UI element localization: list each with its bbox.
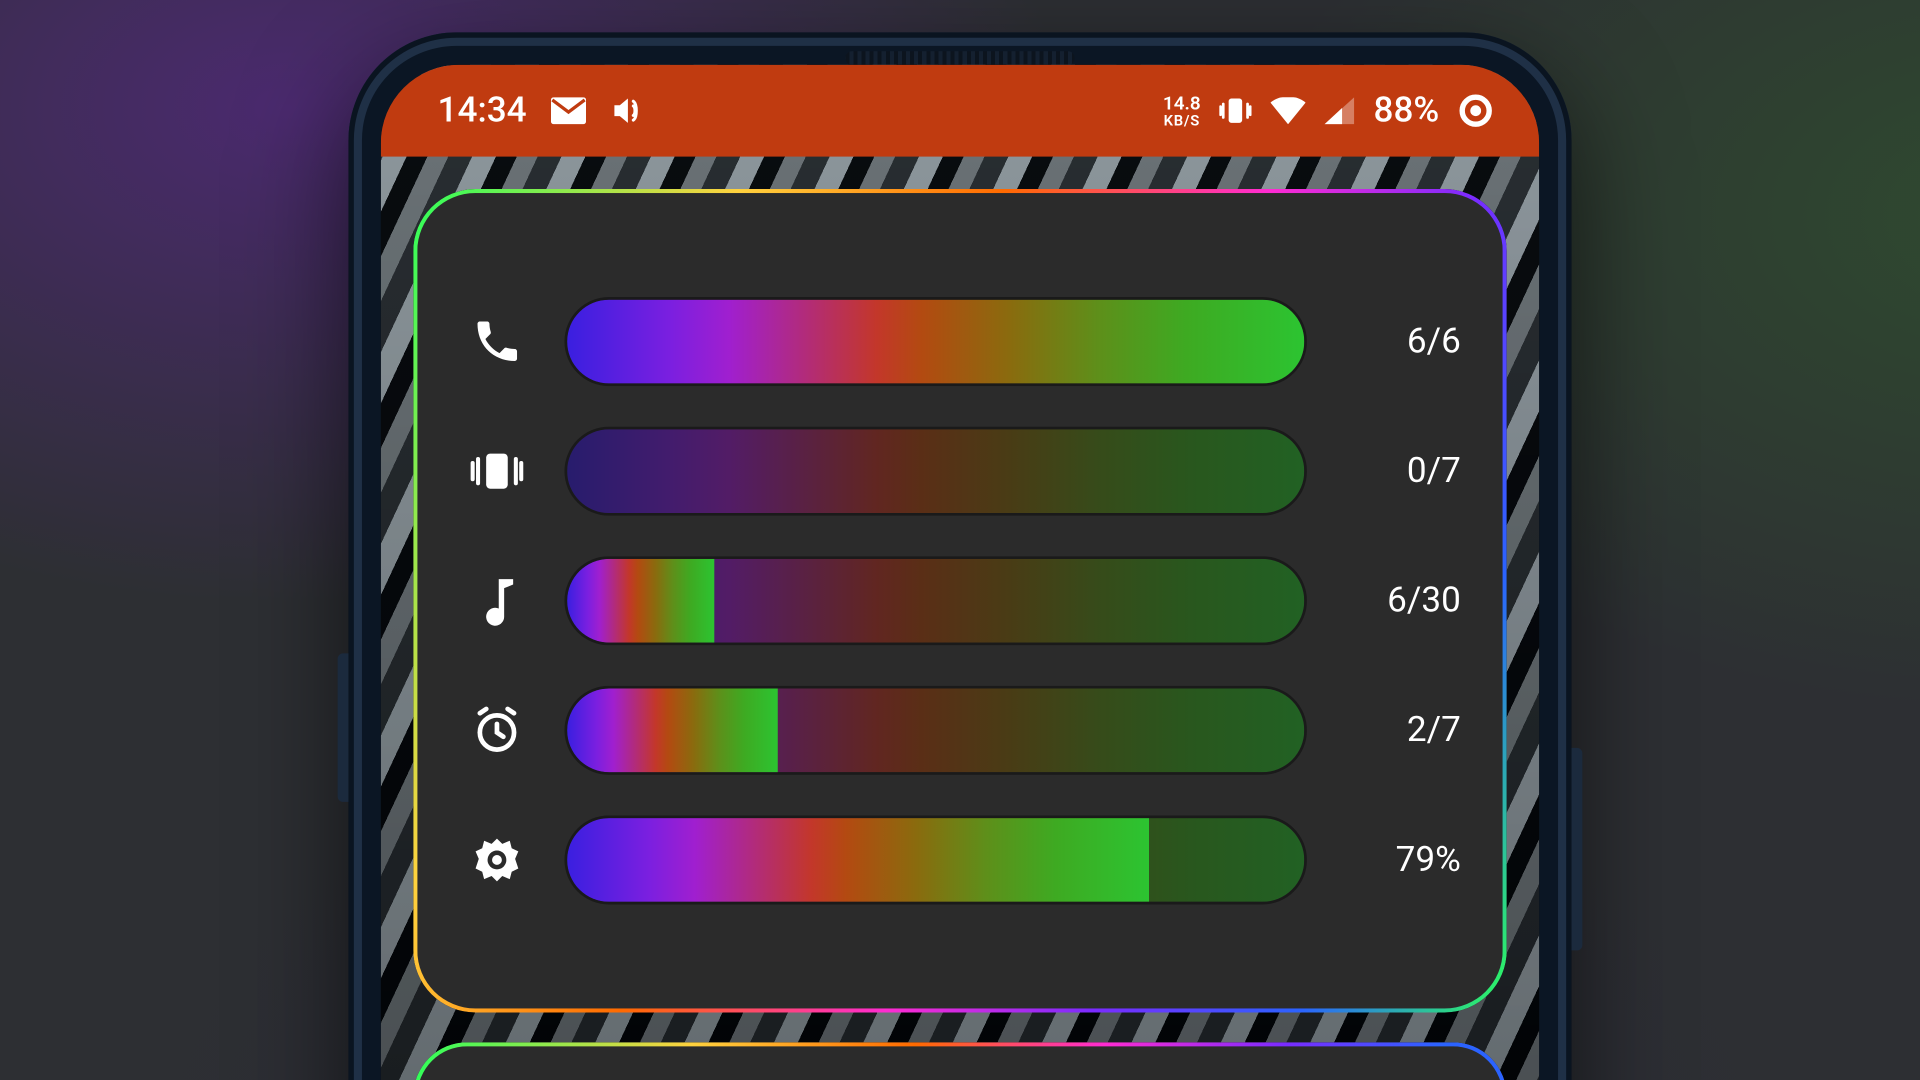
phone-frame: 14:34 14.8 KB/S [348, 32, 1571, 1080]
alarm-volume-value: 2/7 [1331, 710, 1466, 751]
volume-panel: 6/6 0/7 [413, 189, 1507, 1013]
slider-row-ring: 0/7 [454, 427, 1467, 516]
brightness-slider[interactable] [564, 815, 1307, 904]
music-note-icon [454, 575, 540, 626]
battery-ring-icon [1458, 93, 1493, 128]
call-volume-value: 6/6 [1331, 321, 1466, 362]
network-speed-unit: KB/S [1164, 113, 1200, 128]
ring-volume-value: 0/7 [1331, 451, 1466, 492]
slider-row-brightness: 79% [454, 815, 1467, 904]
status-bar: 14:34 14.8 KB/S [381, 65, 1539, 157]
toggle-strip [413, 1042, 1507, 1080]
brightness-fill [567, 818, 1149, 902]
battery-percent-label: 88% [1374, 90, 1440, 130]
alarm-volume-slider[interactable] [564, 686, 1307, 775]
vibrate-icon [454, 448, 540, 494]
status-time: 14:34 [438, 90, 527, 130]
media-volume-fill [567, 559, 714, 643]
phone-earpiece [845, 51, 1075, 65]
brightness-icon [454, 834, 540, 885]
gmail-icon [551, 97, 586, 124]
call-volume-slider[interactable] [564, 297, 1307, 386]
phone-icon [454, 316, 540, 367]
slider-row-media: 6/30 [454, 556, 1467, 645]
alarm-icon [454, 705, 540, 756]
media-volume-value: 6/30 [1331, 581, 1466, 622]
cell-signal-icon [1325, 97, 1355, 124]
vibrate-status-icon [1220, 96, 1252, 126]
ring-volume-slider[interactable] [564, 427, 1307, 516]
media-volume-slider[interactable] [564, 556, 1307, 645]
slider-row-alarm: 2/7 [454, 686, 1467, 775]
call-volume-fill [567, 300, 1304, 384]
phone-screen: 14:34 14.8 KB/S [381, 65, 1539, 1080]
wifi-icon [1271, 97, 1306, 124]
network-speed-indicator: 14.8 KB/S [1163, 94, 1201, 128]
network-speed-value: 14.8 [1163, 94, 1201, 113]
brightness-value: 79% [1331, 840, 1466, 881]
slider-row-call: 6/6 [454, 297, 1467, 386]
volume-icon [610, 95, 645, 127]
alarm-volume-fill [567, 689, 777, 773]
